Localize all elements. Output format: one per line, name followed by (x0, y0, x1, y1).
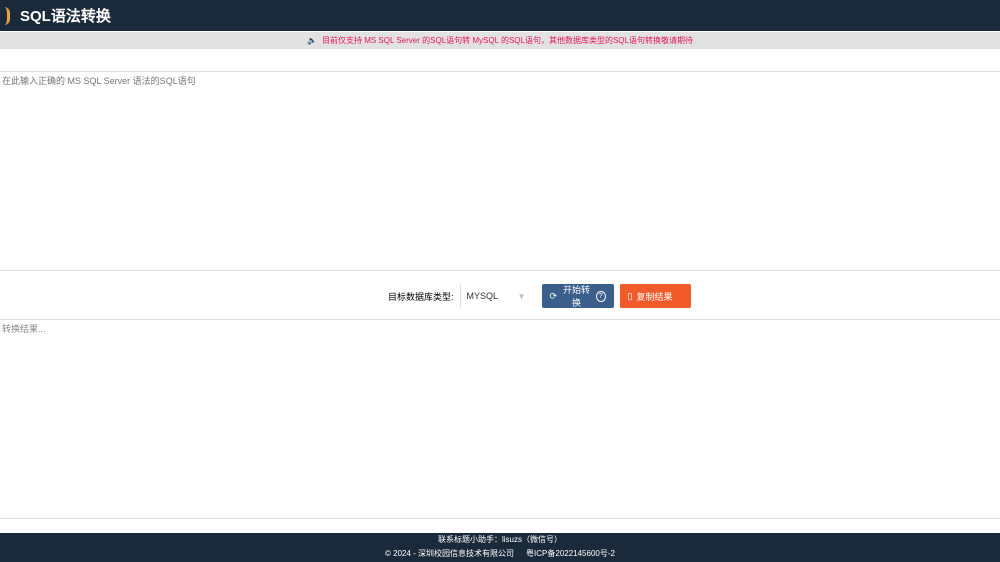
controls-bar: 目标数据库类型: MYSQL ▼ ⟳ 开始转换 ? ▯ 复制结果 (388, 284, 691, 308)
icp-link[interactable]: 粤ICP备2022145600号-2 (526, 549, 615, 558)
speaker-icon: 🔈 (307, 36, 317, 45)
sql-input[interactable] (0, 71, 1000, 271)
target-db-label: 目标数据库类型: (388, 291, 454, 302)
page-title: SQL语法转换 (20, 8, 111, 25)
result-placeholder: 转换结果... (2, 324, 46, 334)
logo-icon (0, 6, 10, 25)
footer-contact: 联系标题小助手：lisuzs（微信号） (437, 535, 562, 544)
notice-text: 目前仅支持 MS SQL Server 的SQL语句转 MySQL 的SQL语句… (321, 36, 693, 45)
chevron-down-icon: ▼ (517, 291, 526, 301)
selected-value: MYSQL (466, 291, 499, 301)
copy-button[interactable]: ▯ 复制结果 (619, 284, 691, 308)
target-db-select[interactable]: MYSQL ▼ (459, 285, 530, 307)
footer-copyright: © 2024 - 深圳校园信息技术有限公司 (385, 549, 515, 558)
copy-icon: ▯ (627, 290, 633, 301)
copy-label: 复制结果 (636, 291, 673, 302)
app-header: SQL语法转换 (0, 0, 1000, 31)
convert-label: 开始转换 (562, 285, 590, 308)
footer: 联系标题小助手：lisuzs（微信号） © 2024 - 深圳校园信息技术有限公… (0, 533, 1000, 562)
refresh-icon: ⟳ (549, 290, 558, 301)
help-icon[interactable]: ? (595, 290, 606, 302)
convert-button[interactable]: ⟳ 开始转换 ? (541, 284, 614, 308)
notice-bar: 🔈 目前仅支持 MS SQL Server 的SQL语句转 MySQL 的SQL… (0, 32, 1000, 49)
result-output[interactable]: 转换结果... (0, 319, 1000, 519)
